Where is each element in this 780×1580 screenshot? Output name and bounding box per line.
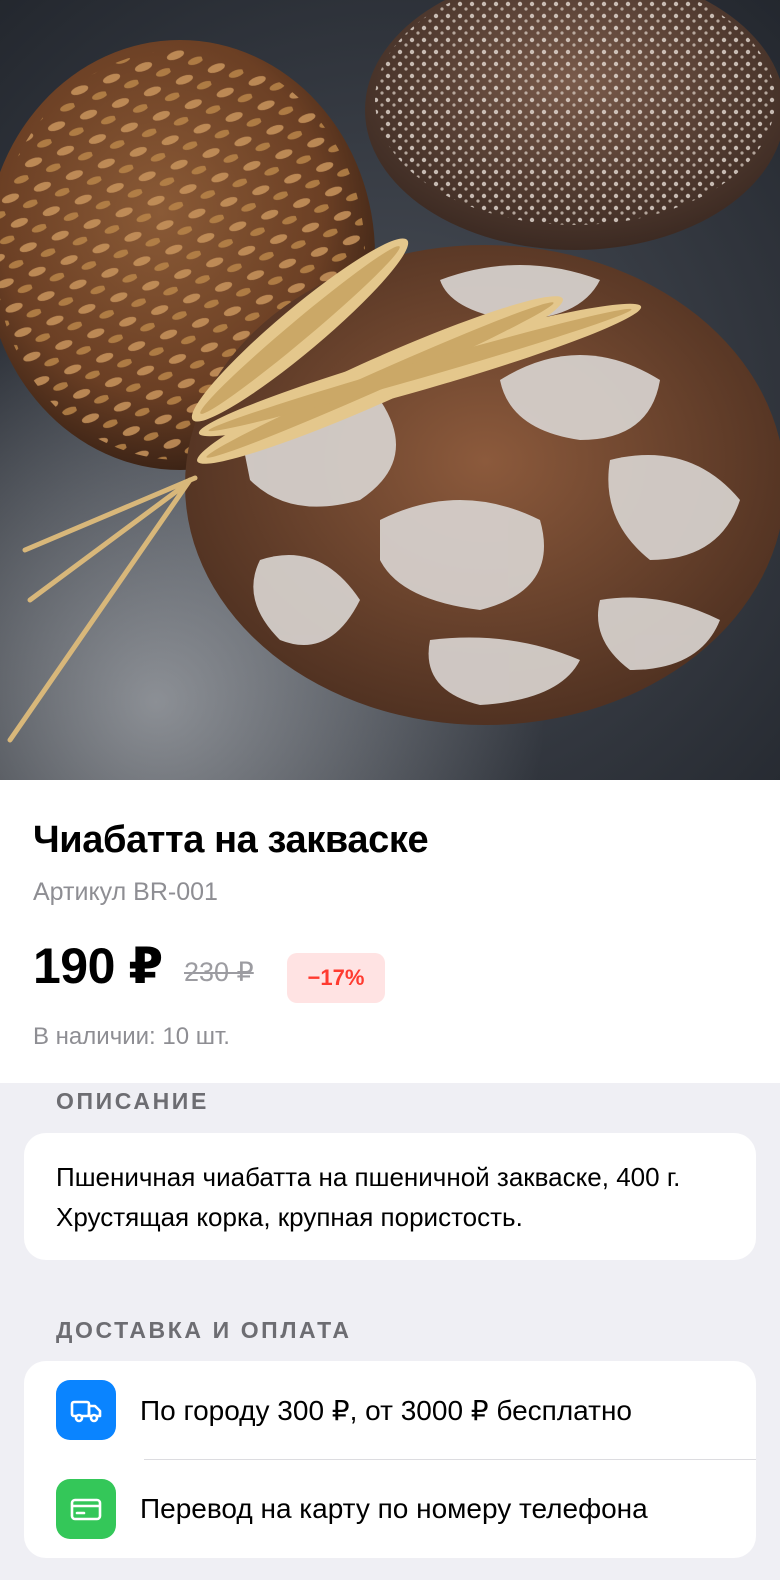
description-card: Пшеничная чиабатта на пшеничной закваске… (24, 1133, 756, 1260)
delivery-card: По городу 300 ₽, от 3000 ₽ бесплатно Пер… (24, 1361, 756, 1558)
payment-method-label: Перевод на карту по номеру телефона (140, 1493, 648, 1524)
product-photo[interactable] (0, 0, 780, 780)
card-icon (56, 1479, 116, 1539)
discount-badge: −17% (287, 953, 385, 1003)
bread-image (0, 0, 780, 780)
stock-status: В наличии: 10 шт. (33, 1023, 230, 1050)
product-sku: Артикул BR-001 (33, 878, 218, 906)
current-price: 190 ₽ (33, 938, 163, 994)
old-price: 230 ₽ (184, 957, 254, 987)
description-text: Пшеничная чиабатта на пшеничной закваске… (56, 1162, 681, 1232)
product-title: Чиабатта на закваске (33, 819, 429, 861)
payment-row-card-transfer[interactable]: Перевод на карту по номеру телефона (24, 1460, 756, 1558)
delivery-header: ДОСТАВКА И ОПЛАТА (56, 1317, 352, 1343)
delivery-row-city[interactable]: По городу 300 ₽, от 3000 ₽ бесплатно (24, 1361, 756, 1460)
truck-icon (56, 1380, 116, 1440)
description-header: ОПИСАНИЕ (56, 1088, 209, 1114)
delivery-city-label: По городу 300 ₽, от 3000 ₽ бесплатно (140, 1394, 632, 1426)
